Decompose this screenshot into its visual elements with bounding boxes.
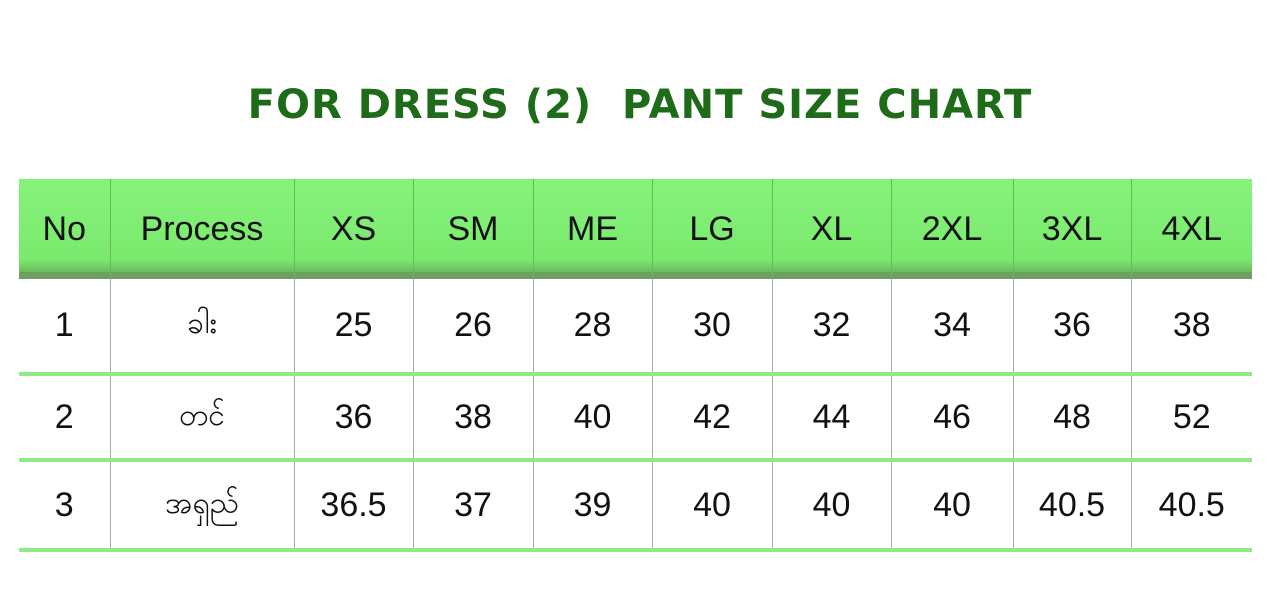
header-no: No bbox=[19, 179, 110, 279]
table-cell: 36 bbox=[293, 374, 413, 460]
table-cell: 52 bbox=[1130, 374, 1252, 460]
table-cell: 40 bbox=[890, 460, 1013, 550]
table-row: 2 တင် 36 38 40 42 44 46 48 52 bbox=[19, 374, 1252, 460]
row-number: 1 bbox=[54, 306, 74, 344]
header-size-xl: XL bbox=[771, 179, 891, 279]
table-cell: 38 bbox=[412, 374, 533, 460]
table-row: 1 ခါး 25 26 28 30 32 34 36 38 bbox=[19, 279, 1252, 374]
table-cell: 26 bbox=[412, 279, 533, 374]
row-number: 3 bbox=[54, 485, 74, 524]
table-cell: 39 bbox=[532, 460, 652, 550]
header-size-4xl: 4XL bbox=[1130, 179, 1252, 279]
table-cell: 48 bbox=[1012, 374, 1131, 460]
header-process: Process bbox=[109, 179, 294, 279]
table-cell: 40.5 bbox=[1012, 460, 1131, 550]
process-name: အရှည် bbox=[109, 460, 294, 550]
size-chart-table: No Process XS SM ME LG XL 2XL 3XL 4XL 1 … bbox=[19, 179, 1252, 552]
header-size-me: ME bbox=[532, 179, 652, 279]
page-title: FOR DRESS (2) PANT SIZE CHART bbox=[247, 82, 1033, 128]
table-cell: 42 bbox=[651, 374, 772, 460]
table-cell: 40 bbox=[771, 460, 891, 550]
table-cell: 40 bbox=[532, 374, 652, 460]
process-name: ခါး bbox=[109, 279, 294, 374]
header-size-sm: SM bbox=[412, 179, 533, 279]
process-name: တင် bbox=[109, 374, 294, 460]
header-size-lg: LG bbox=[651, 179, 772, 279]
row-number: 2 bbox=[54, 397, 74, 436]
table-cell: 38 bbox=[1130, 279, 1252, 374]
table-cell: 28 bbox=[532, 279, 652, 374]
table-cell: 40.5 bbox=[1130, 460, 1252, 550]
table-cell: 37 bbox=[412, 460, 533, 550]
header-size-2xl: 2XL bbox=[890, 179, 1013, 279]
table-cell: 34 bbox=[890, 279, 1013, 374]
table-cell: 46 bbox=[890, 374, 1013, 460]
table-cell: 30 bbox=[651, 279, 772, 374]
header-size-3xl: 3XL bbox=[1012, 179, 1131, 279]
table-cell: 44 bbox=[771, 374, 891, 460]
table-row: 3 အရှည် 36.5 37 39 40 40 40 40.5 40.5 bbox=[19, 460, 1252, 550]
header-size-xs: XS bbox=[293, 179, 413, 279]
table-cell: 40 bbox=[651, 460, 772, 550]
table-header-row: No Process XS SM ME LG XL 2XL 3XL 4XL bbox=[19, 179, 1252, 279]
table-cell: 36 bbox=[1012, 279, 1131, 374]
table-cell: 32 bbox=[771, 279, 891, 374]
table-cell: 25 bbox=[293, 279, 413, 374]
table-cell: 36.5 bbox=[293, 460, 413, 550]
